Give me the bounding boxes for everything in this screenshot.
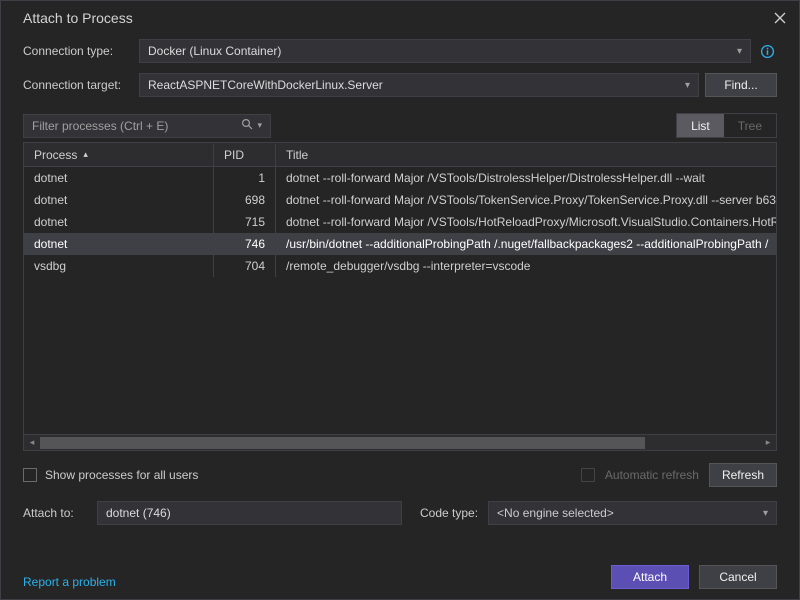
info-icon[interactable] bbox=[757, 41, 777, 61]
dialog-content: Connection type: Docker (Linux Container… bbox=[1, 33, 799, 599]
connection-target-label: Connection target: bbox=[23, 78, 133, 92]
connection-type-combo[interactable]: Docker (Linux Container) ▾ bbox=[139, 39, 751, 63]
filter-input[interactable]: Filter processes (Ctrl + E) ▾ bbox=[23, 114, 271, 138]
table-row[interactable]: vsdbg704/remote_debugger/vsdbg --interpr… bbox=[24, 255, 776, 277]
connection-type-value: Docker (Linux Container) bbox=[148, 44, 281, 58]
view-toggle: List Tree bbox=[676, 113, 777, 138]
scroll-track[interactable] bbox=[40, 435, 760, 451]
connection-target-value: ReactASPNETCoreWithDockerLinux.Server bbox=[148, 78, 383, 92]
table-row[interactable]: dotnet698dotnet --roll-forward Major /VS… bbox=[24, 189, 776, 211]
column-pid[interactable]: PID bbox=[214, 144, 276, 166]
cell-process: dotnet bbox=[24, 211, 214, 233]
connection-type-label: Connection type: bbox=[23, 44, 133, 58]
attach-button[interactable]: Attach bbox=[611, 565, 689, 589]
scroll-left-icon[interactable]: ◂ bbox=[24, 435, 40, 451]
cell-pid: 746 bbox=[214, 233, 276, 255]
close-icon[interactable] bbox=[771, 9, 789, 27]
column-process-label: Process bbox=[34, 148, 77, 162]
find-button[interactable]: Find... bbox=[705, 73, 777, 97]
show-all-users-checkbox[interactable] bbox=[23, 468, 37, 482]
table-header: Process ▴ PID Title bbox=[24, 143, 776, 167]
sort-ascending-icon: ▴ bbox=[83, 149, 88, 160]
column-process[interactable]: Process ▴ bbox=[24, 144, 214, 166]
scroll-thumb[interactable] bbox=[40, 437, 645, 449]
cell-title: /remote_debugger/vsdbg --interpreter=vsc… bbox=[276, 255, 776, 277]
cell-process: dotnet bbox=[24, 189, 214, 211]
scroll-right-icon[interactable]: ▸ bbox=[760, 435, 776, 451]
cell-process: vsdbg bbox=[24, 255, 214, 277]
refresh-button[interactable]: Refresh bbox=[709, 463, 777, 487]
cell-title: /usr/bin/dotnet --additionalProbingPath … bbox=[276, 233, 776, 255]
attach-to-process-dialog: Attach to Process Connection type: Docke… bbox=[0, 0, 800, 600]
connection-type-row: Connection type: Docker (Linux Container… bbox=[23, 39, 777, 63]
attach-to-input[interactable]: dotnet (746) bbox=[97, 501, 402, 525]
cell-pid: 1 bbox=[214, 167, 276, 189]
view-list-button[interactable]: List bbox=[677, 114, 724, 137]
table-row[interactable]: dotnet746/usr/bin/dotnet --additionalPro… bbox=[24, 233, 776, 255]
code-type-combo[interactable]: <No engine selected> ▾ bbox=[488, 501, 777, 525]
bottom-area: Report a problem Attach Cancel bbox=[23, 545, 777, 589]
code-type-value: <No engine selected> bbox=[497, 506, 614, 520]
chevron-down-icon: ▾ bbox=[685, 80, 690, 91]
chevron-down-icon: ▾ bbox=[737, 46, 742, 57]
footer-buttons: Attach Cancel bbox=[611, 555, 777, 589]
attach-to-row: Attach to: dotnet (746) Code type: <No e… bbox=[23, 501, 777, 525]
view-tree-button: Tree bbox=[724, 114, 776, 137]
cell-title: dotnet --roll-forward Major /VSTools/Tok… bbox=[276, 189, 776, 211]
cell-process: dotnet bbox=[24, 233, 214, 255]
cell-pid: 704 bbox=[214, 255, 276, 277]
titlebar: Attach to Process bbox=[1, 1, 799, 33]
show-all-users-label: Show processes for all users bbox=[45, 468, 198, 482]
table-row[interactable]: dotnet715dotnet --roll-forward Major /VS… bbox=[24, 211, 776, 233]
cancel-button[interactable]: Cancel bbox=[699, 565, 777, 589]
automatic-refresh-label: Automatic refresh bbox=[605, 468, 699, 482]
chevron-down-icon[interactable]: ▾ bbox=[257, 120, 262, 131]
cell-pid: 715 bbox=[214, 211, 276, 233]
report-problem-link[interactable]: Report a problem bbox=[23, 575, 116, 589]
options-row: Show processes for all users Automatic r… bbox=[23, 463, 777, 487]
table-body: dotnet1dotnet --roll-forward Major /VSTo… bbox=[24, 167, 776, 434]
toolbar-row: Filter processes (Ctrl + E) ▾ List Tree bbox=[23, 113, 777, 138]
cell-title: dotnet --roll-forward Major /VSTools/Hot… bbox=[276, 211, 776, 233]
connection-target-row: Connection target: ReactASPNETCoreWithDo… bbox=[23, 73, 777, 97]
chevron-down-icon: ▾ bbox=[763, 508, 768, 519]
automatic-refresh-checkbox bbox=[581, 468, 595, 482]
filter-placeholder: Filter processes (Ctrl + E) bbox=[32, 119, 168, 133]
attach-to-value: dotnet (746) bbox=[106, 506, 171, 520]
cell-title: dotnet --roll-forward Major /VSTools/Dis… bbox=[276, 167, 776, 189]
code-type-label: Code type: bbox=[420, 506, 478, 520]
cell-process: dotnet bbox=[24, 167, 214, 189]
dialog-title: Attach to Process bbox=[23, 10, 133, 26]
column-title[interactable]: Title bbox=[276, 144, 776, 166]
table-row[interactable]: dotnet1dotnet --roll-forward Major /VSTo… bbox=[24, 167, 776, 189]
connection-target-combo[interactable]: ReactASPNETCoreWithDockerLinux.Server ▾ bbox=[139, 73, 699, 97]
process-table: Process ▴ PID Title dotnet1dotnet --roll… bbox=[23, 142, 777, 451]
cell-pid: 698 bbox=[214, 189, 276, 211]
attach-to-label: Attach to: bbox=[23, 506, 87, 520]
horizontal-scrollbar[interactable]: ◂ ▸ bbox=[24, 434, 776, 450]
search-icon bbox=[241, 118, 253, 133]
